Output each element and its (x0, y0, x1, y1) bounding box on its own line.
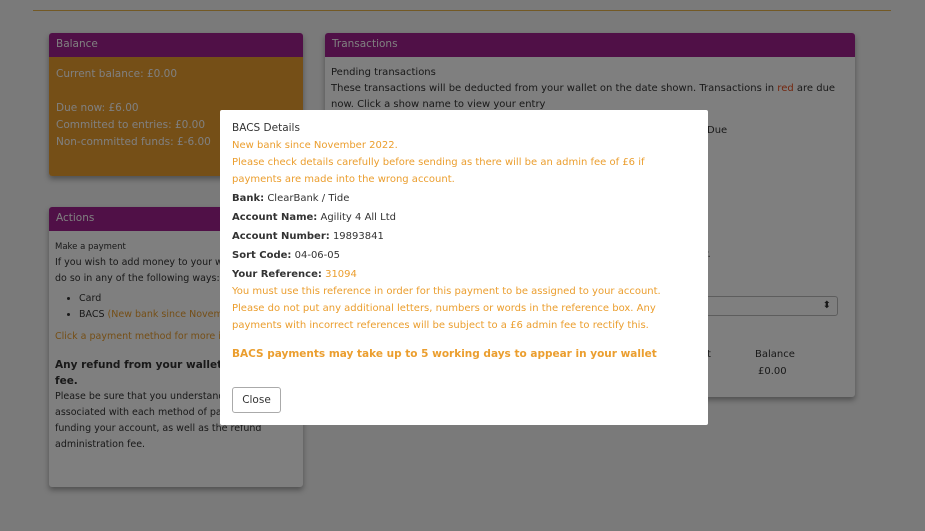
account-number-label: Account Number: (232, 231, 330, 242)
reference-warning: You must use this reference in order for… (232, 286, 661, 331)
account-name-label: Account Name: (232, 212, 318, 223)
sort-code-label: Sort Code: (232, 250, 292, 261)
check-details-notice: Please check details carefully before se… (232, 157, 645, 185)
account-name-row: Account Name: Agility 4 All Ltd (232, 209, 696, 226)
processing-time-warning: BACS payments may take up to 5 working d… (232, 348, 657, 360)
reference-label: Your Reference: (232, 269, 322, 280)
bank-label: Bank: (232, 193, 265, 204)
reference-row: Your Reference: 31094 (232, 266, 696, 283)
sort-code-row: Sort Code: 04-06-05 (232, 247, 696, 264)
close-button[interactable]: Close (232, 387, 281, 413)
new-bank-notice: New bank since November 2022. (232, 140, 398, 151)
bank-row: Bank: ClearBank / Tide (232, 190, 696, 207)
account-number-value: 19893841 (332, 231, 384, 242)
bacs-details-modal: BACS Details New bank since November 202… (220, 110, 708, 425)
account-number-row: Account Number: 19893841 (232, 228, 696, 245)
bank-value: ClearBank / Tide (267, 193, 350, 204)
reference-value: 31094 (325, 269, 357, 280)
sort-code-value: 04-06-05 (294, 250, 340, 261)
modal-title: BACS Details (232, 122, 300, 134)
account-name-value: Agility 4 All Ltd (320, 212, 396, 223)
